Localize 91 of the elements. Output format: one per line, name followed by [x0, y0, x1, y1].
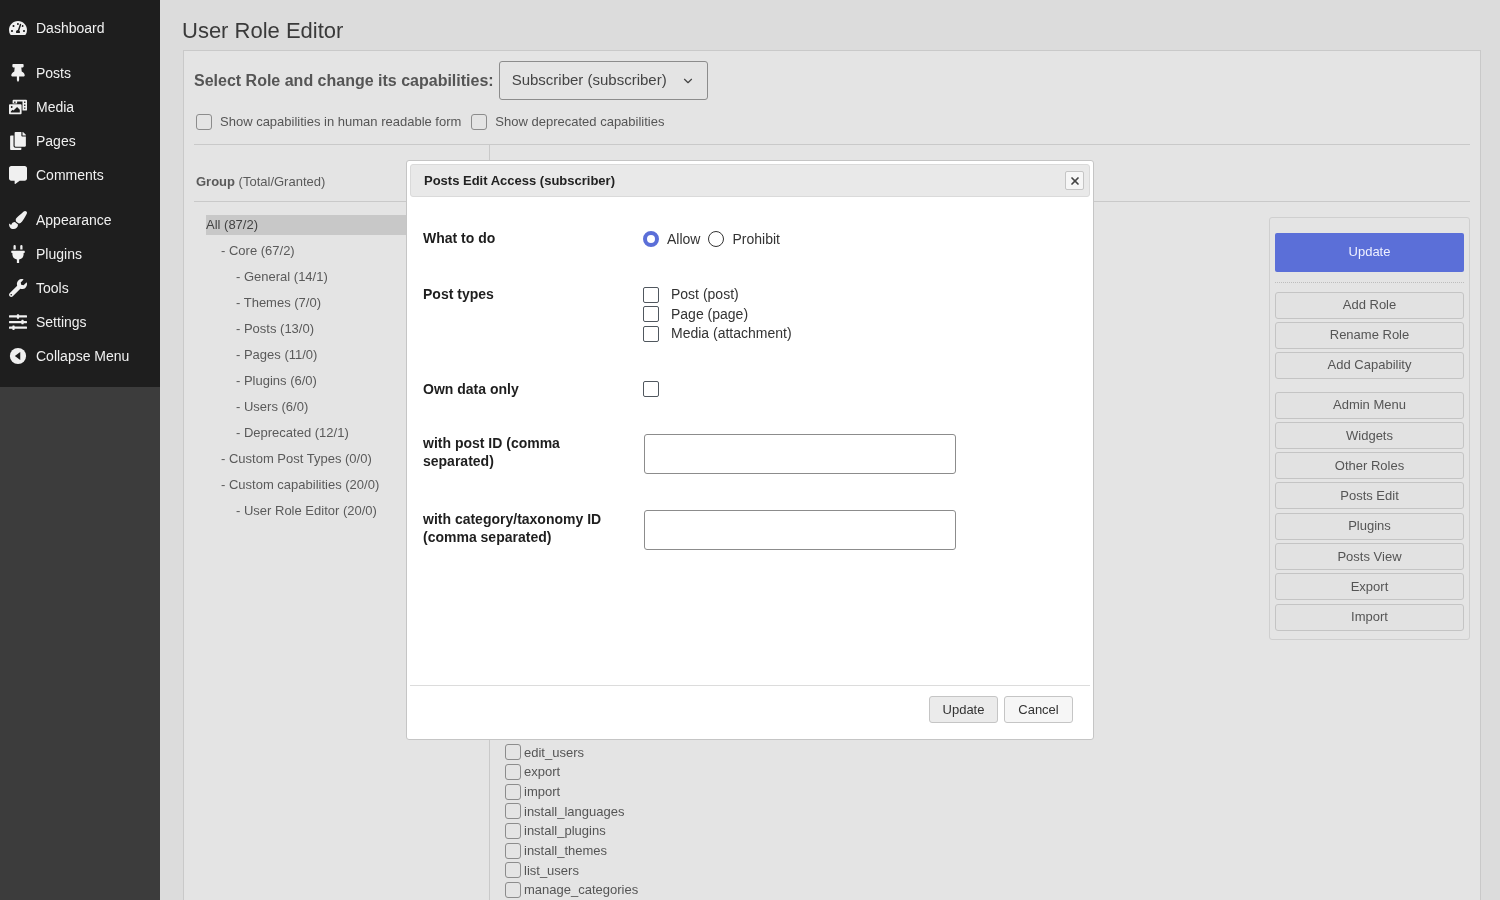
checkbox[interactable]: [505, 862, 521, 879]
field-label: Own data only: [423, 379, 519, 398]
checkbox[interactable]: [643, 286, 659, 303]
sliders-icon: [9, 313, 27, 331]
tree-item[interactable]: - Custom Post Types (0/0): [221, 448, 372, 469]
capability-label: install_themes: [524, 842, 608, 861]
checkbox[interactable]: [643, 325, 659, 342]
checkbox[interactable]: [643, 306, 659, 323]
action-button[interactable]: Other Roles: [1275, 452, 1464, 480]
close-button[interactable]: [1065, 171, 1084, 190]
tree-item[interactable]: - Custom capabilities (20/0): [221, 474, 380, 495]
sidebar-item[interactable]: Appearance: [0, 203, 160, 237]
tree-item[interactable]: - Posts (13/0): [236, 318, 315, 339]
checkbox[interactable]: [471, 113, 488, 130]
capability-label: manage_categories: [524, 881, 639, 900]
action-button[interactable]: Widgets: [1275, 421, 1464, 449]
tree-item[interactable]: - Plugins (6/0): [236, 370, 317, 391]
field-label: with category/taxonomy ID (comma separated): [423, 509, 603, 546]
checkbox[interactable]: [505, 882, 521, 899]
tree-item[interactable]: - Core (67/2): [221, 240, 295, 261]
checkbox[interactable]: [505, 803, 521, 820]
checkbox[interactable]: [505, 783, 521, 800]
tree-item[interactable]: - User Role Editor (20/0): [236, 500, 377, 521]
tree-item[interactable]: - General (14/1): [236, 266, 328, 287]
sidebar-item[interactable]: Settings: [0, 305, 160, 339]
checkbox-label: Media (attachment): [671, 324, 792, 344]
tree-item[interactable]: All (87/2): [206, 214, 406, 235]
action-button[interactable]: Admin Menu: [1275, 391, 1464, 419]
checkbox-label: Show deprecated capabilities: [495, 113, 665, 131]
action-button[interactable]: Export: [1275, 573, 1464, 601]
tree-item[interactable]: - Deprecated (12/1): [236, 422, 349, 443]
dialog-button[interactable]: Cancel: [1004, 696, 1073, 723]
close-icon: [1068, 174, 1081, 187]
action-button[interactable]: Plugins: [1275, 512, 1464, 540]
documents-icon: [9, 132, 27, 150]
checkbox-label: Show capabilities in human readable form: [220, 113, 462, 131]
photo-video-icon: [9, 98, 27, 116]
pin-icon: [9, 64, 27, 82]
action-button[interactable]: Posts View: [1275, 543, 1464, 570]
page-title: User Role Editor: [182, 17, 344, 45]
checkbox-label: Page (page): [671, 304, 749, 324]
sidebar-item[interactable]: Media: [0, 90, 160, 124]
plug-icon: [9, 245, 27, 263]
wrench-icon: [9, 279, 27, 297]
capability-label: import: [524, 782, 561, 801]
tree-item[interactable]: - Users (6/0): [236, 396, 309, 417]
capability-label: install_languages: [524, 802, 625, 821]
role-select[interactable]: Subscriber (subscriber): [498, 61, 708, 100]
sidebar-item[interactable]: Plugins: [0, 237, 160, 271]
checkbox[interactable]: [505, 764, 521, 781]
sidebar-item[interactable]: Dashboard: [0, 11, 160, 45]
paintbrush-icon: [9, 211, 27, 229]
checkbox[interactable]: [196, 113, 212, 130]
capability-label: edit_users: [524, 743, 584, 762]
capability-label: export: [524, 763, 561, 782]
input-field[interactable]: [644, 433, 956, 474]
radio-button[interactable]: [708, 231, 725, 247]
action-button[interactable]: Add Role: [1275, 291, 1464, 319]
field-label: with post ID (comma separated): [423, 433, 561, 470]
tree-item[interactable]: - Pages (11/0): [236, 344, 318, 365]
sidebar-item[interactable]: Pages: [0, 124, 160, 158]
action-button[interactable]: Add Capability: [1275, 351, 1464, 379]
group-heading: Group (Total/Granted): [196, 173, 326, 189]
role-select-label: Select Role and change its capabilities:: [194, 70, 494, 91]
sidebar-item[interactable]: Tools: [0, 271, 160, 305]
capability-label: list_users: [524, 861, 579, 880]
field-label: What to do: [423, 229, 496, 247]
checkbox[interactable]: [505, 823, 521, 840]
action-button[interactable]: Rename Role: [1275, 321, 1464, 349]
sidebar-item[interactable]: Comments: [0, 158, 160, 192]
radio-label: Allow: [667, 229, 701, 249]
sidebar-item[interactable]: Posts: [0, 56, 160, 90]
gauge-icon: [9, 19, 27, 37]
field-label: Post types: [423, 285, 494, 303]
checkbox-label: Post (post): [671, 285, 739, 305]
action-button[interactable]: Posts Edit: [1275, 482, 1464, 510]
action-button[interactable]: Import: [1275, 603, 1464, 631]
tree-item[interactable]: - Themes (7/0): [236, 292, 321, 313]
update-button[interactable]: Update: [1275, 232, 1464, 272]
sidebar-item[interactable]: Collapse Menu: [0, 339, 160, 373]
checkbox[interactable]: [505, 744, 521, 761]
circle-arrow-left-icon: [9, 347, 27, 365]
dialog-button[interactable]: Update: [929, 696, 998, 723]
capability-label: install_plugins: [524, 822, 606, 841]
dialog-title: Posts Edit Access (subscriber): [424, 171, 615, 190]
radio-label: Prohibit: [732, 229, 780, 249]
checkbox[interactable]: [505, 842, 521, 859]
input-field[interactable]: [644, 509, 956, 550]
checkbox[interactable]: [643, 380, 659, 397]
speech-bubble-icon: [9, 166, 27, 184]
radio-button[interactable]: [643, 231, 659, 247]
